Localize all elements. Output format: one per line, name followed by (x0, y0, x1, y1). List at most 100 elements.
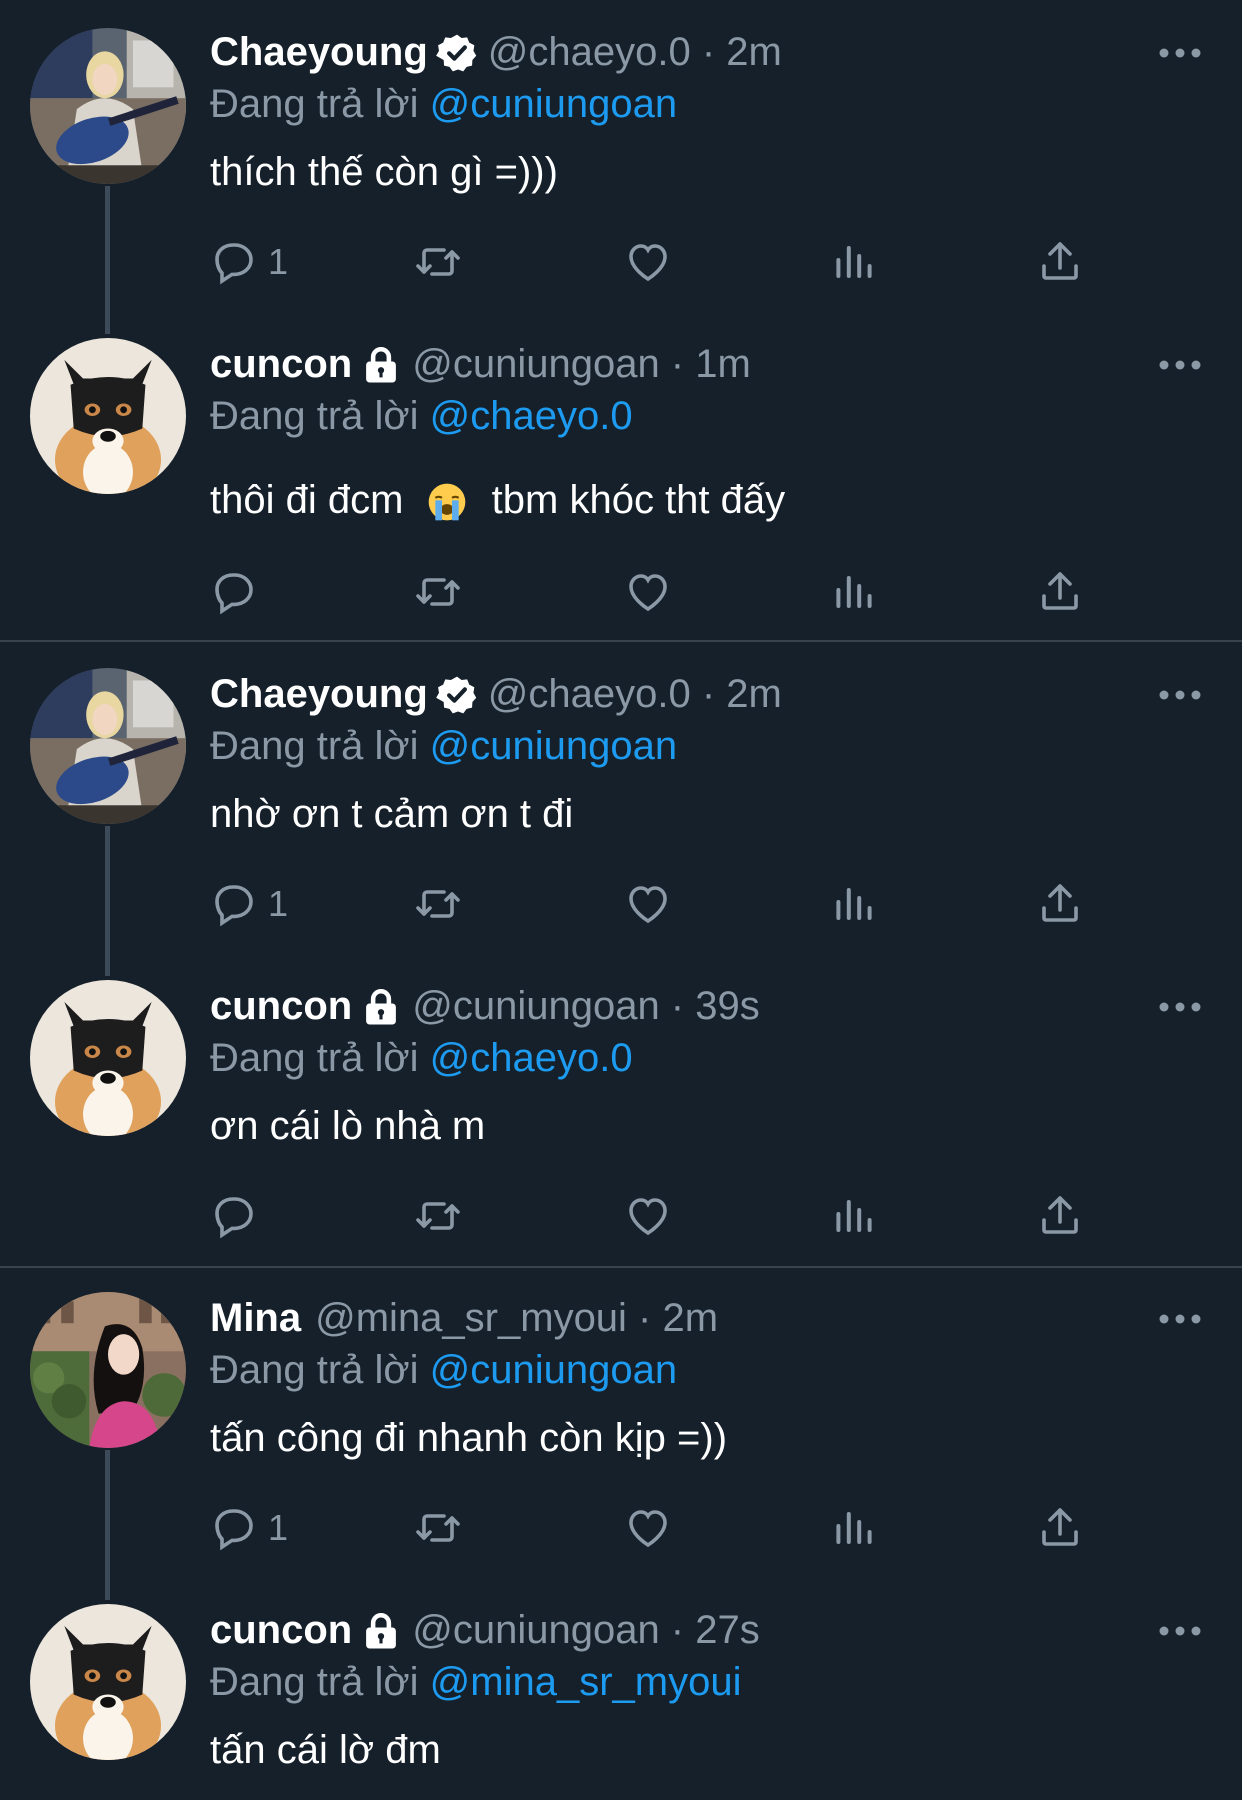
share-button[interactable] (1036, 878, 1084, 930)
verified-icon (436, 674, 478, 716)
reply-button[interactable]: 1 (210, 1502, 288, 1554)
retweet-icon (414, 1504, 462, 1552)
lock-icon (360, 986, 402, 1028)
reply-icon (210, 880, 258, 928)
display-name[interactable]: Chaeyoung (210, 30, 428, 75)
avatar[interactable] (30, 338, 186, 494)
replying-to: Đang trả lời @cuniungoan (210, 82, 677, 127)
reply-prefix: Đang trả lời (210, 1348, 419, 1392)
avatar[interactable] (30, 1604, 186, 1760)
more-options-icon[interactable] (1158, 46, 1202, 60)
retweet-icon (414, 568, 462, 616)
share-button[interactable] (1036, 236, 1084, 288)
thread-connector (105, 826, 110, 976)
retweet-button[interactable] (414, 1190, 462, 1242)
more-options-icon[interactable] (1158, 1000, 1202, 1014)
action-bar: 1 (210, 1502, 1110, 1554)
views-button[interactable] (830, 1190, 878, 1242)
more-options-icon[interactable] (1158, 358, 1202, 372)
reply-mention-link[interactable]: @mina_sr_myoui (430, 1660, 742, 1704)
thread-connector (105, 1450, 110, 1600)
reply-mention-link[interactable]: @chaeyo.0 (430, 1036, 633, 1080)
bar-chart-icon (830, 880, 878, 928)
like-button[interactable] (624, 878, 672, 930)
thread-connector (105, 186, 110, 334)
tweet-text: ơn cái lò nhà m (210, 1104, 486, 1148)
views-button[interactable] (830, 878, 878, 930)
tweet-header: cuncon @cuniungoan · 39s (210, 984, 760, 1029)
retweet-button[interactable] (414, 236, 462, 288)
avatar[interactable] (30, 28, 186, 184)
reply-prefix: Đang trả lời (210, 394, 419, 438)
like-button[interactable] (624, 236, 672, 288)
handle-time[interactable]: @cuniungoan · 39s (412, 984, 760, 1029)
more-options-icon[interactable] (1158, 688, 1202, 702)
heart-icon (624, 880, 672, 928)
retweet-button[interactable] (414, 878, 462, 930)
retweet-button[interactable] (414, 566, 462, 618)
action-bar: 1 (210, 236, 1110, 288)
lock-icon (360, 1610, 402, 1652)
reply-prefix: Đang trả lời (210, 1660, 419, 1704)
handle-time[interactable]: @chaeyo.0 · 2m (488, 672, 782, 717)
avatar[interactable] (30, 668, 186, 824)
like-button[interactable] (624, 1190, 672, 1242)
bar-chart-icon (830, 1192, 878, 1240)
share-button[interactable] (1036, 566, 1084, 618)
conversation-divider (0, 1266, 1242, 1268)
action-bar: 1 (210, 878, 1110, 930)
share-button[interactable] (1036, 1190, 1084, 1242)
heart-icon (624, 1504, 672, 1552)
reply-mention-link[interactable]: @chaeyo.0 (430, 394, 633, 438)
retweet-icon (414, 1192, 462, 1240)
display-name[interactable]: cuncon (210, 984, 352, 1029)
tweet-header: cuncon @cuniungoan · 1m (210, 342, 751, 387)
share-icon (1036, 1504, 1084, 1552)
more-options-icon[interactable] (1158, 1624, 1202, 1638)
action-bar (210, 566, 1110, 618)
views-button[interactable] (830, 236, 878, 288)
tweet-text: tấn cái lờ đm (210, 1728, 441, 1772)
avatar[interactable] (30, 980, 186, 1136)
reply-icon (210, 1504, 258, 1552)
handle-time[interactable]: @mina_sr_myoui · 2m (315, 1296, 718, 1341)
tweet-text: tấn công đi nhanh còn kịp =)) (210, 1416, 728, 1460)
like-button[interactable] (624, 566, 672, 618)
conversation-divider (0, 640, 1242, 642)
reply-count: 1 (268, 241, 289, 282)
share-icon (1036, 568, 1084, 616)
retweet-icon (414, 238, 462, 286)
reply-button[interactable]: 1 (210, 878, 288, 930)
handle-time[interactable]: @cuniungoan · 1m (412, 342, 751, 387)
share-icon (1036, 880, 1084, 928)
views-button[interactable] (830, 566, 878, 618)
reply-button[interactable] (210, 566, 258, 618)
display-name[interactable]: cuncon (210, 342, 352, 387)
bar-chart-icon (830, 1504, 878, 1552)
more-options-icon[interactable] (1158, 1312, 1202, 1326)
verified-icon (436, 32, 478, 74)
reply-button[interactable]: 1 (210, 236, 288, 288)
action-bar (210, 1190, 1110, 1242)
views-button[interactable] (830, 1502, 878, 1554)
retweet-button[interactable] (414, 1502, 462, 1554)
tweet-text-part: tbm khóc tht đấy (491, 478, 786, 522)
reply-mention-link[interactable]: @cuniungoan (430, 82, 677, 126)
reply-prefix: Đang trả lời (210, 724, 419, 768)
reply-mention-link[interactable]: @cuniungoan (430, 724, 677, 768)
heart-icon (624, 238, 672, 286)
display-name[interactable]: Chaeyoung (210, 672, 428, 717)
tweet-header: cuncon @cuniungoan · 27s (210, 1608, 760, 1653)
avatar[interactable] (30, 1292, 186, 1448)
like-button[interactable] (624, 1502, 672, 1554)
handle-time[interactable]: @cuniungoan · 27s (412, 1608, 760, 1653)
replying-to: Đang trả lời @cuniungoan (210, 1348, 677, 1393)
reply-count: 1 (268, 1507, 289, 1548)
reply-button[interactable] (210, 1190, 258, 1242)
share-button[interactable] (1036, 1502, 1084, 1554)
display-name[interactable]: cuncon (210, 1608, 352, 1653)
display-name[interactable]: Mina (210, 1296, 301, 1341)
reply-prefix: Đang trả lời (210, 82, 419, 126)
handle-time[interactable]: @chaeyo.0 · 2m (488, 30, 782, 75)
reply-mention-link[interactable]: @cuniungoan (430, 1348, 677, 1392)
